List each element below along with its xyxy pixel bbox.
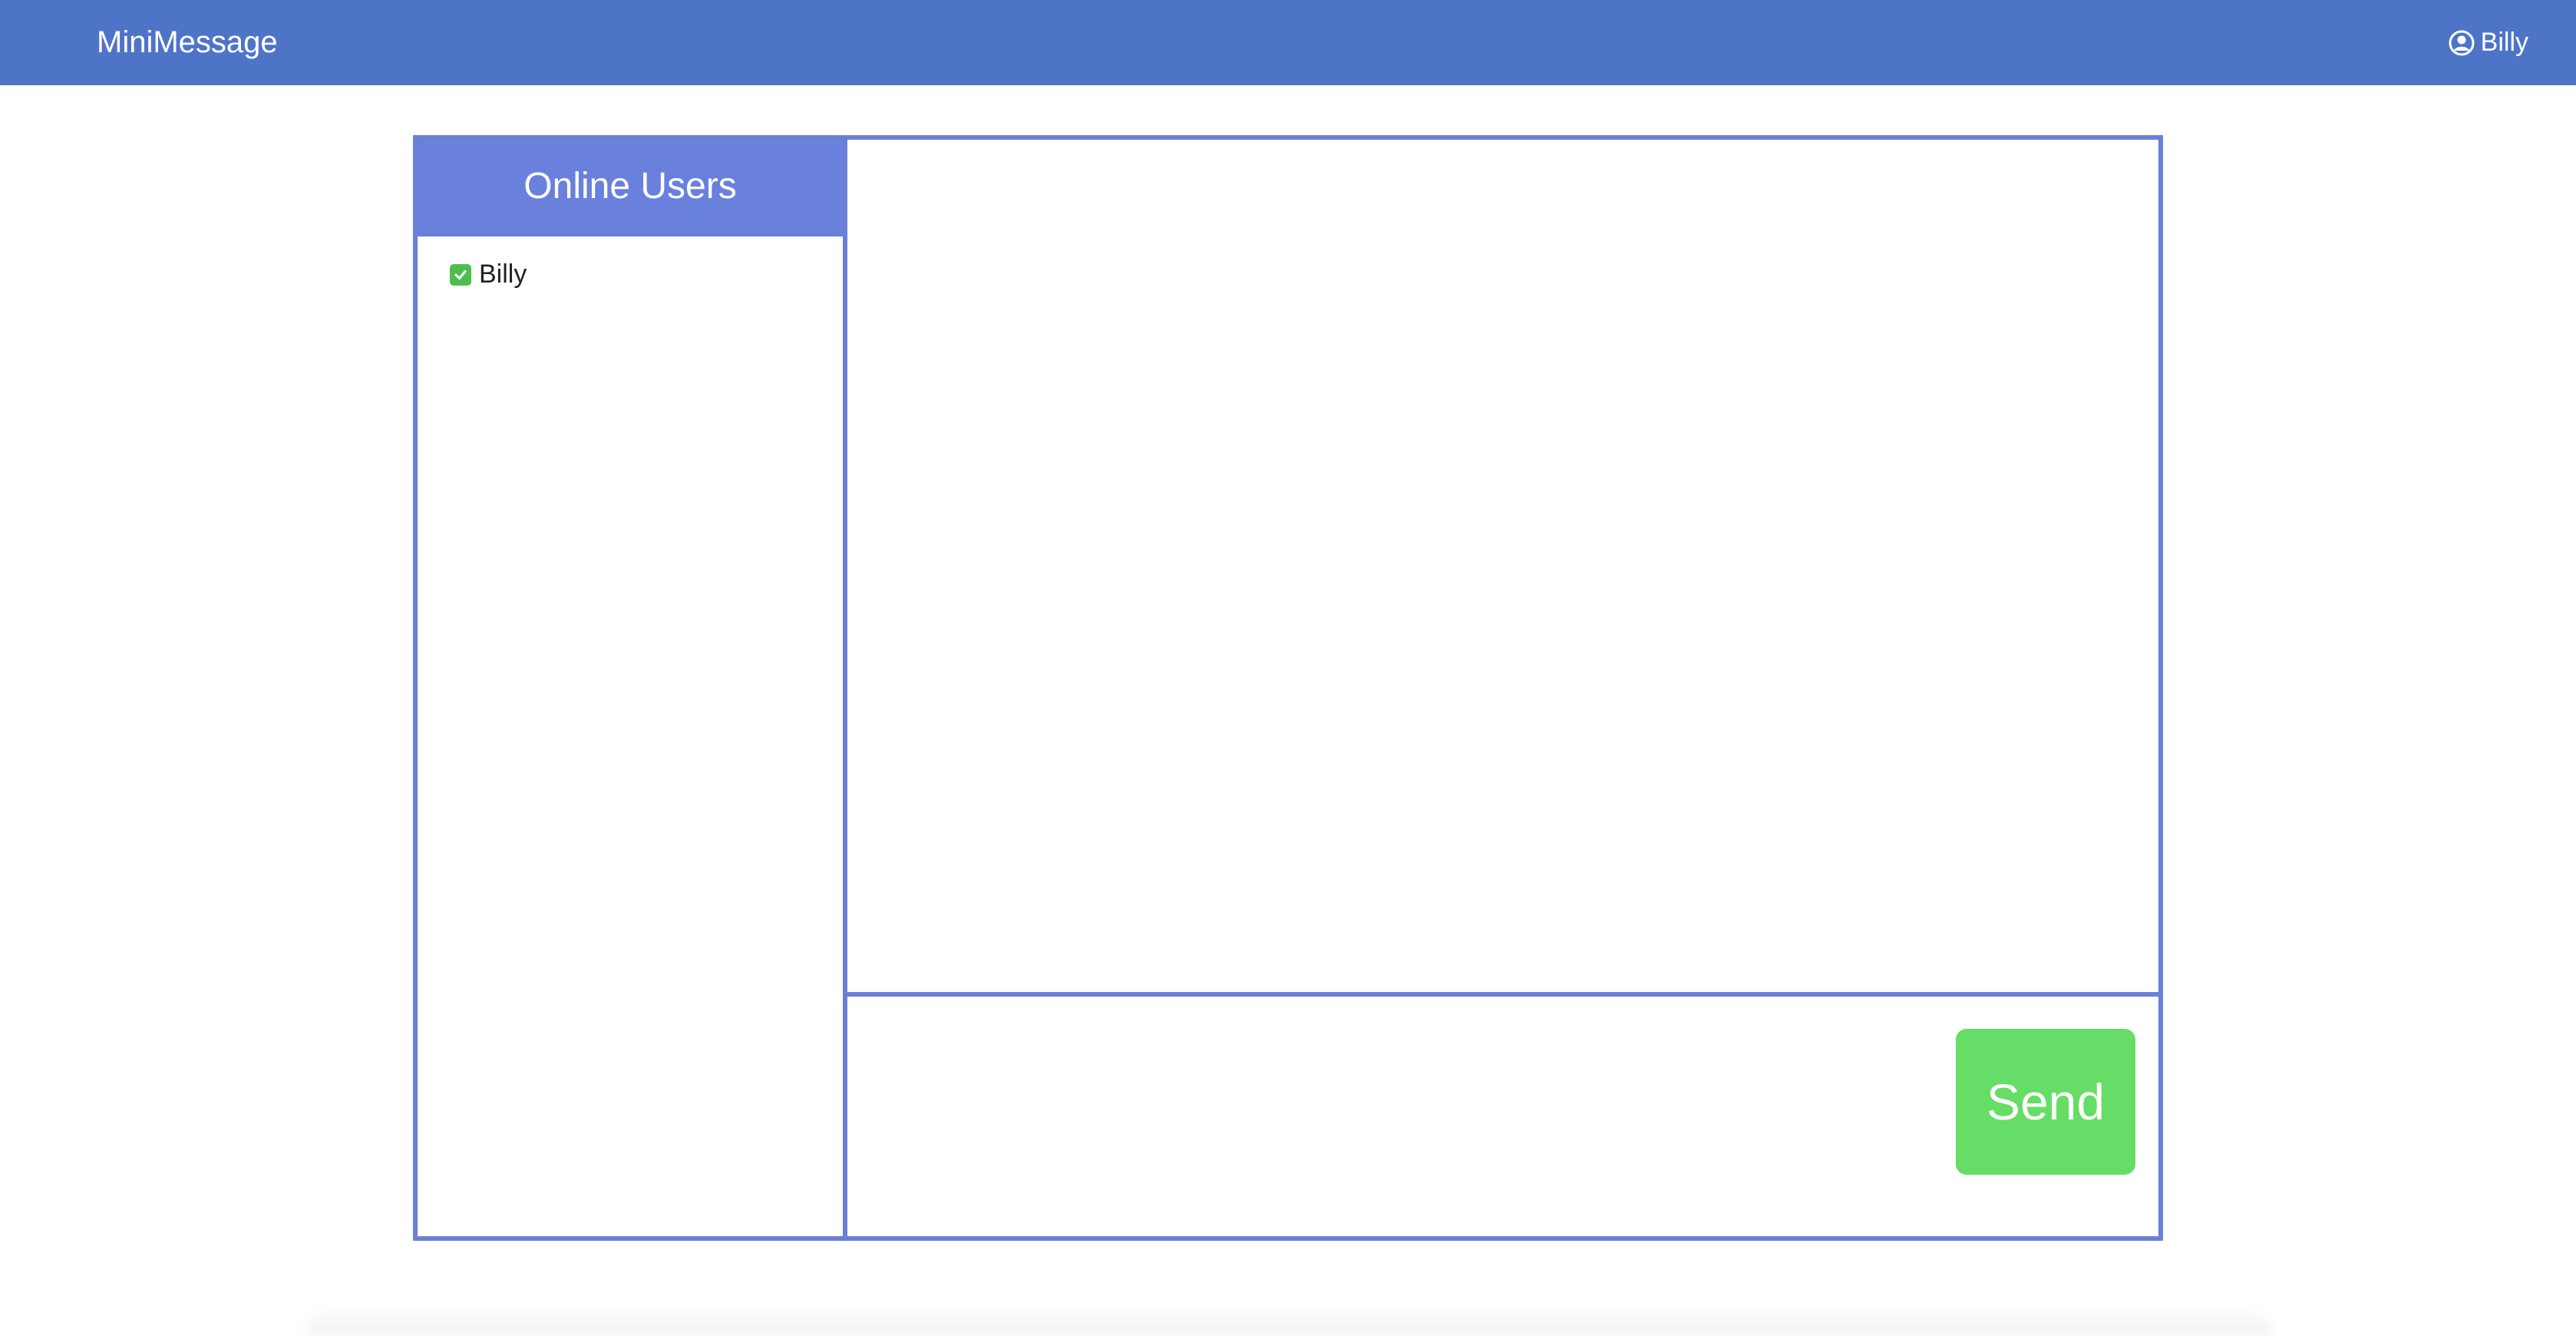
user-name: Billy bbox=[2480, 28, 2528, 57]
messages-area bbox=[847, 140, 2158, 997]
online-users-panel: Online Users Billy bbox=[418, 140, 847, 1236]
user-list-item-name: Billy bbox=[479, 260, 527, 289]
brand-link[interactable]: MiniMessage bbox=[97, 0, 278, 85]
message-input[interactable] bbox=[847, 997, 1953, 1236]
footer-shadow bbox=[307, 1305, 2272, 1336]
top-navbar: MiniMessage Billy bbox=[0, 0, 2576, 85]
chat-container: Online Users Billy Send bbox=[413, 135, 2163, 1241]
send-button[interactable]: Send bbox=[1956, 1029, 2135, 1175]
user-menu[interactable]: Billy bbox=[2449, 0, 2528, 85]
user-list-item[interactable]: Billy bbox=[418, 260, 843, 289]
user-circle-icon bbox=[2449, 30, 2475, 56]
message-composer: Send bbox=[847, 997, 2158, 1236]
check-square-icon bbox=[450, 263, 471, 286]
online-users-title: Online Users bbox=[418, 140, 843, 236]
